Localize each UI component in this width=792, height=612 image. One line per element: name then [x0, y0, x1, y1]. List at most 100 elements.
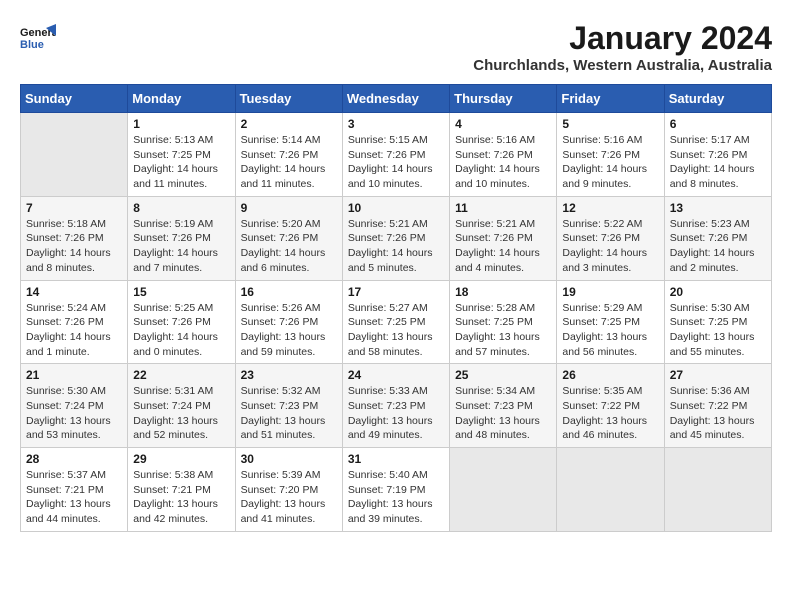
- day-info: Sunrise: 5:37 AM Sunset: 7:21 PM Dayligh…: [26, 468, 122, 527]
- day-info: Sunrise: 5:21 AM Sunset: 7:26 PM Dayligh…: [455, 217, 551, 276]
- day-cell: 6Sunrise: 5:17 AM Sunset: 7:26 PM Daylig…: [664, 113, 771, 197]
- week-row-2: 7 Sunrise: 5:18 AM Sunset: 7:26 PM Daylig…: [21, 196, 772, 280]
- day-number: 3: [348, 117, 444, 131]
- day-info: Sunrise: 5:30 AM Sunset: 7:24 PM Dayligh…: [26, 384, 122, 443]
- day-info: Sunrise: 5:25 AM Sunset: 7:26 PM Dayligh…: [133, 301, 229, 360]
- header-cell-wednesday: Wednesday: [342, 85, 449, 113]
- day-cell: 22 Sunrise: 5:31 AM Sunset: 7:24 PM Dayli…: [128, 364, 235, 448]
- day-info: Sunrise: 5:32 AM Sunset: 7:23 PM Dayligh…: [241, 384, 337, 443]
- day-info: Sunrise: 5:35 AM Sunset: 7:22 PM Dayligh…: [562, 384, 658, 443]
- logo-icon: General Blue: [20, 20, 56, 56]
- day-info: Sunrise: 5:14 AM Sunset: 7:26 PM Dayligh…: [241, 133, 337, 192]
- day-cell: 26 Sunrise: 5:35 AM Sunset: 7:22 PM Dayli…: [557, 364, 664, 448]
- day-cell: 11 Sunrise: 5:21 AM Sunset: 7:26 PM Dayli…: [450, 196, 557, 280]
- header-cell-saturday: Saturday: [664, 85, 771, 113]
- day-number: 7: [26, 201, 122, 215]
- logo: General Blue General Blue: [20, 20, 60, 56]
- day-number: 26: [562, 368, 658, 382]
- day-info: Sunrise: 5:13 AM Sunset: 7:25 PM Dayligh…: [133, 133, 229, 192]
- calendar-table: SundayMondayTuesdayWednesdayThursdayFrid…: [20, 84, 772, 532]
- day-cell: 18Sunrise: 5:28 AM Sunset: 7:25 PM Dayli…: [450, 280, 557, 364]
- day-number: 10: [348, 201, 444, 215]
- day-number: 4: [455, 117, 551, 131]
- day-number: 28: [26, 452, 122, 466]
- day-number: 11: [455, 201, 551, 215]
- day-info: Sunrise: 5:26 AM Sunset: 7:26 PM Dayligh…: [241, 301, 337, 360]
- calendar-body: 1 Sunrise: 5:13 AM Sunset: 7:25 PM Daylig…: [21, 113, 772, 532]
- day-number: 16: [241, 285, 337, 299]
- day-info: Sunrise: 5:16 AM Sunset: 7:26 PM Dayligh…: [562, 133, 658, 192]
- day-cell: 2 Sunrise: 5:14 AM Sunset: 7:26 PM Daylig…: [235, 113, 342, 197]
- day-number: 25: [455, 368, 551, 382]
- day-info: Sunrise: 5:36 AM Sunset: 7:22 PM Dayligh…: [670, 384, 766, 443]
- day-cell: 24Sunrise: 5:33 AM Sunset: 7:23 PM Dayli…: [342, 364, 449, 448]
- day-number: 29: [133, 452, 229, 466]
- day-cell: 9 Sunrise: 5:20 AM Sunset: 7:26 PM Daylig…: [235, 196, 342, 280]
- day-number: 12: [562, 201, 658, 215]
- day-cell: 20Sunrise: 5:30 AM Sunset: 7:25 PM Dayli…: [664, 280, 771, 364]
- day-info: Sunrise: 5:18 AM Sunset: 7:26 PM Dayligh…: [26, 217, 122, 276]
- day-info: Sunrise: 5:39 AM Sunset: 7:20 PM Dayligh…: [241, 468, 337, 527]
- day-number: 30: [241, 452, 337, 466]
- day-cell: 3 Sunrise: 5:15 AM Sunset: 7:26 PM Daylig…: [342, 113, 449, 197]
- day-number: 20: [670, 285, 766, 299]
- week-row-1: 1 Sunrise: 5:13 AM Sunset: 7:25 PM Daylig…: [21, 113, 772, 197]
- day-number: 14: [26, 285, 122, 299]
- day-info: Sunrise: 5:29 AM Sunset: 7:25 PM Dayligh…: [562, 301, 658, 360]
- week-row-4: 21 Sunrise: 5:30 AM Sunset: 7:24 PM Dayli…: [21, 364, 772, 448]
- day-cell: 14Sunrise: 5:24 AM Sunset: 7:26 PM Dayli…: [21, 280, 128, 364]
- day-cell: 12 Sunrise: 5:22 AM Sunset: 7:26 PM Dayli…: [557, 196, 664, 280]
- header-cell-sunday: Sunday: [21, 85, 128, 113]
- header-cell-friday: Friday: [557, 85, 664, 113]
- day-cell: 1 Sunrise: 5:13 AM Sunset: 7:25 PM Daylig…: [128, 113, 235, 197]
- day-info: Sunrise: 5:19 AM Sunset: 7:26 PM Dayligh…: [133, 217, 229, 276]
- day-number: 23: [241, 368, 337, 382]
- day-number: 8: [133, 201, 229, 215]
- day-cell: 23 Sunrise: 5:32 AM Sunset: 7:23 PM Dayli…: [235, 364, 342, 448]
- day-number: 2: [241, 117, 337, 131]
- day-cell: 4Sunrise: 5:16 AM Sunset: 7:26 PM Daylig…: [450, 113, 557, 197]
- day-number: 24: [348, 368, 444, 382]
- day-number: 19: [562, 285, 658, 299]
- day-info: Sunrise: 5:20 AM Sunset: 7:26 PM Dayligh…: [241, 217, 337, 276]
- header-cell-thursday: Thursday: [450, 85, 557, 113]
- day-number: 18: [455, 285, 551, 299]
- day-cell: 29 Sunrise: 5:38 AM Sunset: 7:21 PM Dayli…: [128, 448, 235, 532]
- day-cell: 28 Sunrise: 5:37 AM Sunset: 7:21 PM Dayli…: [21, 448, 128, 532]
- month-title: January 2024: [473, 20, 772, 57]
- day-info: Sunrise: 5:38 AM Sunset: 7:21 PM Dayligh…: [133, 468, 229, 527]
- day-info: Sunrise: 5:21 AM Sunset: 7:26 PM Dayligh…: [348, 217, 444, 276]
- day-cell: 17Sunrise: 5:27 AM Sunset: 7:25 PM Dayli…: [342, 280, 449, 364]
- page-header: General Blue General Blue January 2024 C…: [20, 20, 772, 74]
- day-number: 5: [562, 117, 658, 131]
- day-number: 21: [26, 368, 122, 382]
- day-info: Sunrise: 5:31 AM Sunset: 7:24 PM Dayligh…: [133, 384, 229, 443]
- day-cell: 19 Sunrise: 5:29 AM Sunset: 7:25 PM Dayli…: [557, 280, 664, 364]
- day-number: 1: [133, 117, 229, 131]
- day-info: Sunrise: 5:40 AM Sunset: 7:19 PM Dayligh…: [348, 468, 444, 527]
- day-cell: 21 Sunrise: 5:30 AM Sunset: 7:24 PM Dayli…: [21, 364, 128, 448]
- day-cell: [450, 448, 557, 532]
- day-number: 27: [670, 368, 766, 382]
- day-cell: 31Sunrise: 5:40 AM Sunset: 7:19 PM Dayli…: [342, 448, 449, 532]
- day-info: Sunrise: 5:22 AM Sunset: 7:26 PM Dayligh…: [562, 217, 658, 276]
- day-info: Sunrise: 5:23 AM Sunset: 7:26 PM Dayligh…: [670, 217, 766, 276]
- day-cell: [557, 448, 664, 532]
- day-cell: 5 Sunrise: 5:16 AM Sunset: 7:26 PM Daylig…: [557, 113, 664, 197]
- day-cell: 30 Sunrise: 5:39 AM Sunset: 7:20 PM Dayli…: [235, 448, 342, 532]
- header-cell-tuesday: Tuesday: [235, 85, 342, 113]
- day-number: 9: [241, 201, 337, 215]
- day-cell: 25 Sunrise: 5:34 AM Sunset: 7:23 PM Dayli…: [450, 364, 557, 448]
- day-cell: [21, 113, 128, 197]
- svg-text:Blue: Blue: [20, 39, 44, 51]
- day-cell: 7 Sunrise: 5:18 AM Sunset: 7:26 PM Daylig…: [21, 196, 128, 280]
- day-cell: 15Sunrise: 5:25 AM Sunset: 7:26 PM Dayli…: [128, 280, 235, 364]
- day-cell: 8 Sunrise: 5:19 AM Sunset: 7:26 PM Daylig…: [128, 196, 235, 280]
- day-number: 22: [133, 368, 229, 382]
- week-row-3: 14Sunrise: 5:24 AM Sunset: 7:26 PM Dayli…: [21, 280, 772, 364]
- day-info: Sunrise: 5:15 AM Sunset: 7:26 PM Dayligh…: [348, 133, 444, 192]
- week-row-5: 28 Sunrise: 5:37 AM Sunset: 7:21 PM Dayli…: [21, 448, 772, 532]
- title-block: January 2024 Churchlands, Western Austra…: [473, 20, 772, 74]
- day-info: Sunrise: 5:34 AM Sunset: 7:23 PM Dayligh…: [455, 384, 551, 443]
- day-cell: 13Sunrise: 5:23 AM Sunset: 7:26 PM Dayli…: [664, 196, 771, 280]
